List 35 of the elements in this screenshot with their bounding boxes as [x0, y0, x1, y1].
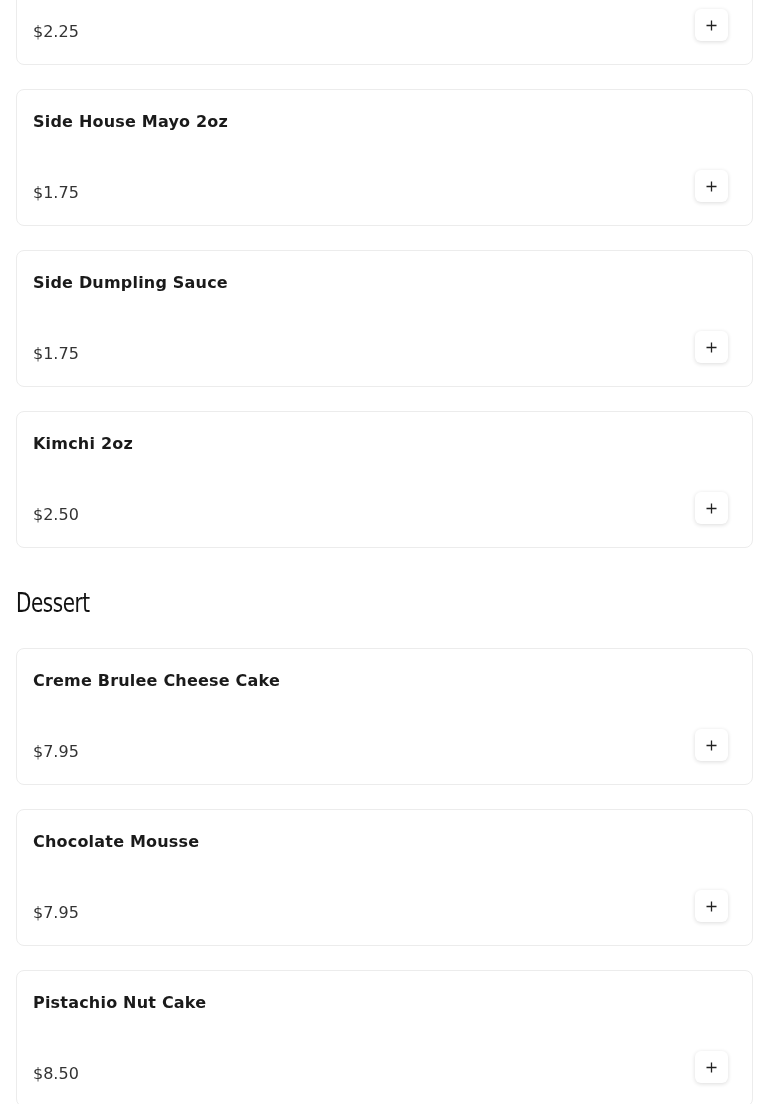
- item-price: $7.95: [33, 741, 79, 763]
- add-button[interactable]: [695, 331, 728, 363]
- menu-item-card[interactable]: Side Dumpling Sauce $1.75: [16, 250, 753, 387]
- item-name: Pistachio Nut Cake: [33, 992, 208, 1014]
- plus-icon: [706, 180, 717, 192]
- plus-icon: [706, 900, 717, 912]
- plus-icon: [706, 739, 717, 751]
- item-price: $2.25: [33, 21, 79, 43]
- menu-item-card[interactable]: Pistachio Nut Cake $8.50: [16, 970, 753, 1104]
- menu-item-card[interactable]: Side House Mayo 2oz $1.75: [16, 89, 753, 226]
- add-button[interactable]: [695, 492, 728, 524]
- menu-item-card[interactable]: $2.25: [16, 0, 753, 65]
- menu-item-card[interactable]: Creme Brulee Cheese Cake $7.95: [16, 648, 753, 785]
- add-button[interactable]: [695, 890, 728, 922]
- section-heading: Dessert: [16, 586, 90, 620]
- item-price: $7.95: [33, 902, 79, 924]
- plus-icon: [706, 1061, 717, 1073]
- item-name: Kimchi 2oz: [33, 433, 134, 455]
- plus-icon: [706, 341, 717, 353]
- item-name: Chocolate Mousse: [33, 831, 201, 853]
- item-name: Side House Mayo 2oz: [33, 111, 230, 133]
- add-button[interactable]: [695, 1051, 728, 1083]
- menu-item-card[interactable]: Kimchi 2oz $2.50: [16, 411, 753, 548]
- plus-icon: [706, 502, 717, 514]
- item-price: $2.50: [33, 504, 79, 526]
- add-button[interactable]: [695, 170, 728, 202]
- item-name: Side Dumpling Sauce: [33, 272, 229, 294]
- add-button[interactable]: [695, 729, 728, 761]
- item-price: $8.50: [33, 1063, 79, 1085]
- add-button[interactable]: [695, 9, 728, 41]
- item-price: $1.75: [33, 182, 79, 204]
- item-price: $1.75: [33, 343, 79, 365]
- item-name: Creme Brulee Cheese Cake: [33, 670, 281, 692]
- menu-item-card[interactable]: Chocolate Mousse $7.95: [16, 809, 753, 946]
- plus-icon: [706, 19, 717, 31]
